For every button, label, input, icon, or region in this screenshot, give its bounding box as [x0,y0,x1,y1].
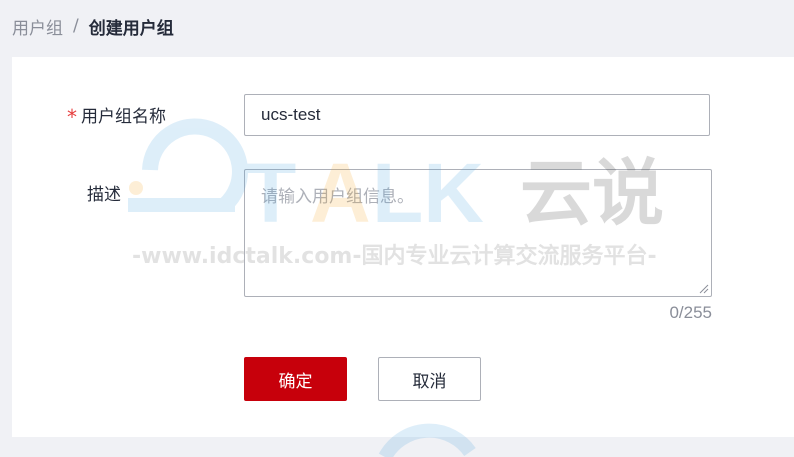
group-name-input[interactable] [244,94,710,136]
description-textarea[interactable] [244,169,712,297]
page-title: 创建用户组 [88,18,174,39]
resize-handle-icon[interactable] [699,284,709,294]
breadcrumb-parent-link[interactable]: 用户组 [12,14,63,39]
desc-field-label: 描述 [87,185,121,205]
required-star-icon: * [67,105,77,129]
name-field-label: * 用户组名称 [67,102,166,129]
cancel-button[interactable]: 取消 [378,357,481,401]
breadcrumb-separator: / [73,16,79,36]
name-label-text: 用户组名称 [81,107,166,127]
char-counter: 0/255 [669,303,712,322]
breadcrumb: 用户组 / 创建用户组 [12,14,174,39]
create-group-form: *用户组名称 描述 0/255 确定 取消 [12,57,794,437]
confirm-button[interactable]: 确定 [244,357,347,401]
